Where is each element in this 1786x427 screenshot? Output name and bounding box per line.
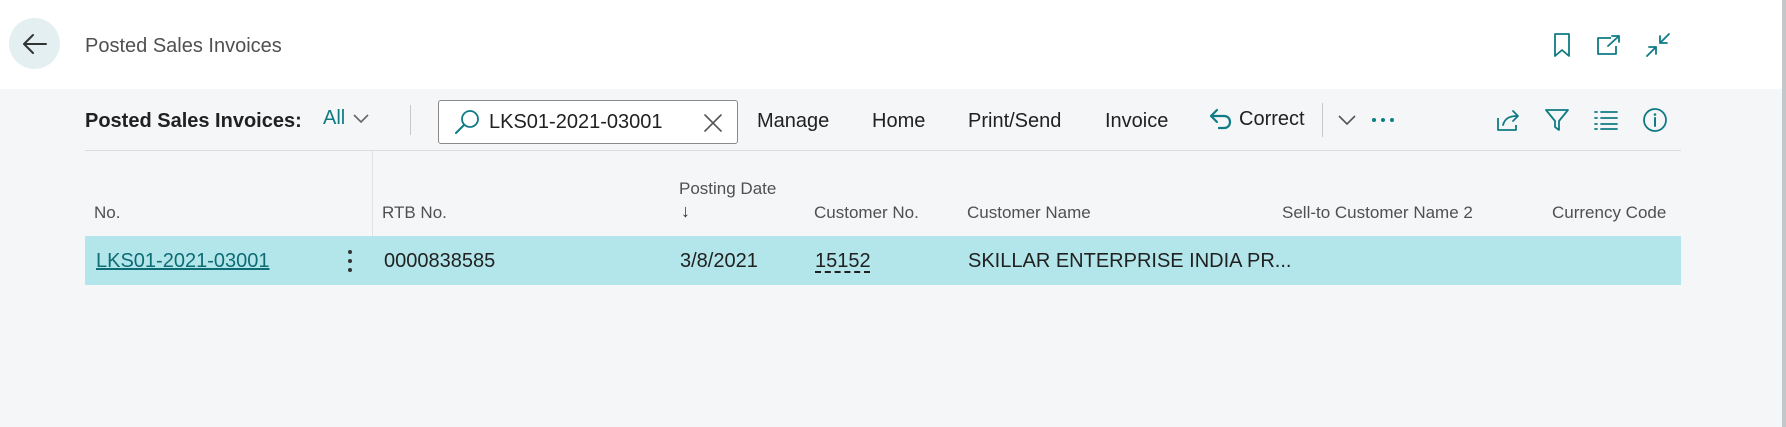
view-selector[interactable]: All xyxy=(323,107,369,130)
bookmark-button[interactable] xyxy=(1547,30,1577,60)
sort-descending-icon: ↓ xyxy=(681,201,690,221)
share-button[interactable] xyxy=(1495,106,1523,134)
row-actions-button[interactable] xyxy=(340,246,360,276)
bookmark-icon xyxy=(1554,33,1570,57)
customer-no-cell[interactable]: 15152 xyxy=(815,250,871,273)
more-options-button[interactable] xyxy=(1369,106,1397,134)
column-header-sell-to-name-2[interactable]: Sell-to Customer Name 2 xyxy=(1282,203,1473,223)
more-menu-dropdown[interactable] xyxy=(1333,106,1361,134)
action-bar: Posted Sales Invoices: All Manage Home P… xyxy=(85,97,1681,144)
column-header-no[interactable]: No. xyxy=(94,203,120,223)
rtb-no-cell: 0000838585 xyxy=(384,250,496,272)
search-input[interactable] xyxy=(489,110,689,134)
list-caption: Posted Sales Invoices: xyxy=(85,110,302,132)
title-bar: Posted Sales Invoices xyxy=(0,0,1782,89)
posting-date-cell: 3/8/2021 xyxy=(680,250,758,272)
menu-manage[interactable]: Manage xyxy=(757,110,829,133)
info-icon xyxy=(1643,108,1667,132)
open-new-window-button[interactable] xyxy=(1593,30,1623,60)
column-header-rtb-no[interactable]: RTB No. xyxy=(382,203,447,223)
search-box[interactable] xyxy=(438,100,738,144)
chevron-down-icon xyxy=(353,113,369,123)
search-icon xyxy=(453,108,481,136)
column-header-customer-no[interactable]: Customer No. xyxy=(814,203,919,223)
close-icon xyxy=(704,114,722,132)
collapse-icon xyxy=(1646,33,1670,57)
list-icon xyxy=(1594,111,1618,130)
menu-print-send[interactable]: Print/Send xyxy=(968,110,1061,133)
scrollbar-edge xyxy=(1782,0,1786,427)
column-divider xyxy=(372,151,373,236)
back-button[interactable] xyxy=(9,18,60,69)
chevron-down-icon xyxy=(1338,115,1356,126)
column-header-customer-name[interactable]: Customer Name xyxy=(967,203,1091,223)
column-header-posting-date[interactable]: Posting Date xyxy=(679,179,776,199)
table-row[interactable]: LKS01-2021-03001 0000838585 3/8/2021 151… xyxy=(85,236,1681,285)
list-view-button[interactable] xyxy=(1592,106,1620,134)
divider xyxy=(1322,103,1323,137)
menu-home[interactable]: Home xyxy=(872,110,925,133)
undo-icon xyxy=(1209,108,1232,130)
share-icon xyxy=(1497,110,1519,131)
menu-correct-label: Correct xyxy=(1239,107,1305,130)
kebab-icon xyxy=(348,250,352,272)
column-header-currency-code[interactable]: Currency Code xyxy=(1552,203,1666,223)
divider xyxy=(410,105,411,135)
page-title: Posted Sales Invoices xyxy=(85,35,282,57)
invoice-no-link[interactable]: LKS01-2021-03001 xyxy=(96,250,269,273)
filter-button[interactable] xyxy=(1543,106,1571,134)
arrow-left-icon xyxy=(22,33,47,54)
menu-correct[interactable]: Correct xyxy=(1209,107,1305,131)
action-bar-divider xyxy=(85,150,1681,151)
collapse-button[interactable] xyxy=(1643,30,1673,60)
filter-icon xyxy=(1545,109,1569,131)
info-button[interactable] xyxy=(1641,106,1669,134)
open-in-new-window-icon xyxy=(1597,35,1620,55)
view-label: All xyxy=(323,107,346,129)
menu-invoice[interactable]: Invoice xyxy=(1105,110,1168,133)
ellipsis-icon xyxy=(1372,118,1394,122)
clear-search-button[interactable] xyxy=(701,111,725,135)
customer-name-cell: SKILLAR ENTERPRISE INDIA PR... xyxy=(968,250,1292,272)
